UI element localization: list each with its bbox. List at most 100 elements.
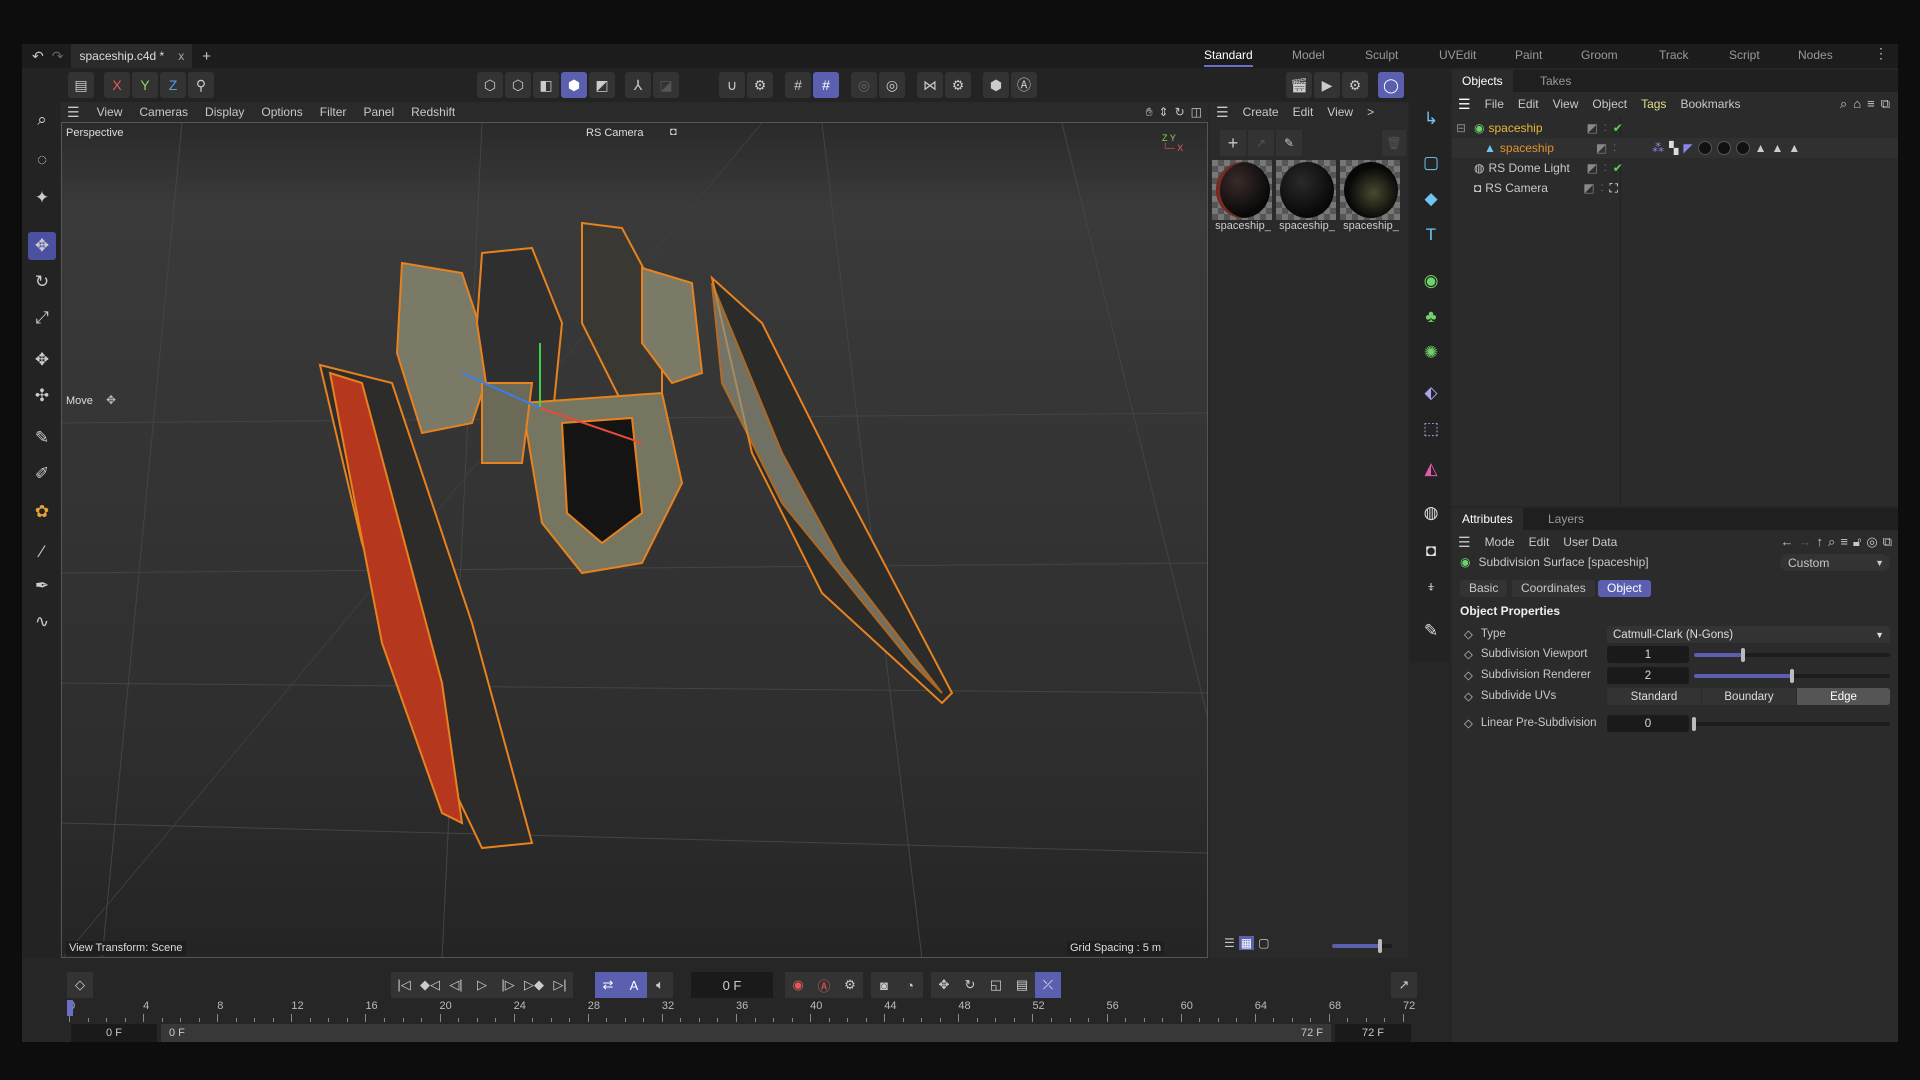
key-position-icon[interactable]: ✥ — [931, 972, 957, 998]
more-options-icon[interactable]: ⋮ — [1874, 45, 1888, 62]
camera-object-icon[interactable]: ◘ — [1418, 538, 1444, 564]
pan-hand-icon[interactable]: ✋︎ — [1146, 105, 1153, 120]
snap-transform-icon[interactable]: ✣ — [28, 382, 56, 410]
subdivision-renderer-input[interactable]: 2 — [1607, 667, 1689, 684]
autokey-icon[interactable]: Ⓐ — [811, 972, 837, 998]
tab-objects[interactable]: Objects — [1452, 70, 1513, 92]
polygon-selection-tag-icon[interactable]: ▲ — [1755, 141, 1767, 155]
menu-edit[interactable]: Edit — [1293, 105, 1314, 119]
null-object-icon[interactable]: ↳ — [1418, 106, 1444, 132]
lock-icon[interactable]: 🔓︎ — [1853, 534, 1861, 550]
quantize-icon[interactable]: ◎ — [879, 72, 905, 98]
lock-icon[interactable]: ⬢ — [983, 72, 1009, 98]
key-pla-icon[interactable]: ⤫ — [1035, 972, 1061, 998]
menu-view[interactable]: View — [1553, 97, 1579, 111]
visibility-dots-icon[interactable]: ⁚ — [1604, 163, 1607, 174]
search-icon[interactable]: ⌕ — [1828, 534, 1835, 550]
object-name[interactable]: spaceship — [1488, 121, 1582, 135]
keyframe-selection-icon[interactable]: ⚙ — [837, 972, 863, 998]
back-arrow-icon[interactable]: ← — [1781, 534, 1794, 550]
uvw-tag-icon[interactable]: ▚ — [1669, 141, 1678, 155]
paint-brush-icon[interactable]: ⁄ — [28, 538, 56, 566]
workspace-paint[interactable]: Paint — [1515, 48, 1542, 62]
large-view-icon[interactable]: ▢ — [1258, 936, 1269, 950]
keyframe-diamond-icon[interactable]: ◇ — [1464, 627, 1473, 641]
selection-tools-icon[interactable]: ✦ — [28, 184, 56, 212]
move-tool-icon[interactable]: ✥ — [28, 232, 56, 260]
key-parameter-icon[interactable]: ▤ — [1009, 972, 1035, 998]
redshift-icon[interactable]: ◯ — [1378, 72, 1404, 98]
new-window-icon[interactable]: ⧉ — [1883, 534, 1892, 550]
orbit-icon[interactable]: ↻ — [1175, 105, 1185, 120]
workspace-standard[interactable]: Standard — [1204, 48, 1253, 67]
snap-settings-icon[interactable]: ⚙ — [747, 72, 773, 98]
workspace-sculpt[interactable]: Sculpt — [1365, 48, 1398, 62]
preview-size-slider[interactable] — [1332, 939, 1392, 953]
points-mode-icon[interactable]: ⬡ — [477, 72, 503, 98]
object-row[interactable]: ⊟ ◉ spaceship ◩ ⁚ ✔ — [1452, 118, 1898, 138]
active-camera-label[interactable]: RS Camera — [586, 127, 643, 139]
menu-edit[interactable]: Edit — [1518, 97, 1539, 111]
key-scale-icon[interactable]: ◱ — [983, 972, 1009, 998]
menu-bookmarks[interactable]: Bookmarks — [1680, 97, 1740, 111]
preset-dropdown[interactable]: Custom ▼ — [1780, 554, 1890, 571]
spline-pen-icon[interactable]: ✒ — [28, 572, 56, 600]
timeline-ruler[interactable]: 04812162024283236404448525660646872 — [67, 1000, 1415, 1024]
forward-arrow-icon[interactable]: → — [1799, 534, 1812, 550]
hamburger-menu-icon[interactable]: ☰ — [67, 104, 80, 121]
range-slider[interactable]: 0 F 72 F — [161, 1024, 1331, 1042]
filter-icon[interactable]: ≡ — [1867, 96, 1875, 112]
auto-icon[interactable]: Ⓐ — [1011, 72, 1037, 98]
object-row[interactable]: ◍ RS Dome Light ◩ ⁚ ✔ — [1452, 158, 1898, 178]
settings-gear-icon[interactable]: ⚙ — [945, 72, 971, 98]
tab-layers[interactable]: Layers — [1538, 508, 1594, 530]
menu-view[interactable]: View — [97, 105, 123, 119]
material-tag-icon[interactable] — [1735, 141, 1750, 155]
rotate-tool-icon[interactable]: ↻ — [28, 268, 56, 296]
object-row[interactable]: ◘ RS Camera ◩ ⁚ ⛶ — [1452, 178, 1898, 198]
camera-icon[interactable]: ◘ — [670, 126, 677, 138]
home-icon[interactable]: ⌂ — [1853, 96, 1861, 112]
up-arrow-icon[interactable]: ↑ — [1817, 534, 1824, 550]
playhead[interactable] — [67, 1000, 73, 1016]
add-material-icon[interactable]: + — [1220, 130, 1246, 156]
archive-icon[interactable]: ▤ — [68, 72, 94, 98]
uvs-option-boundary[interactable]: Boundary — [1702, 688, 1796, 705]
keyframe-diamond-icon[interactable]: ◇ — [1464, 647, 1473, 661]
eyedropper-icon[interactable]: ✎ — [1276, 130, 1302, 156]
filter-icon[interactable]: ≡ — [1840, 534, 1848, 550]
menu-file[interactable]: File — [1485, 97, 1504, 111]
play-icon[interactable]: ▷ — [469, 972, 495, 998]
workspace-script[interactable]: Script — [1729, 48, 1760, 62]
enabled-check-icon[interactable]: ✔ — [1613, 161, 1623, 175]
menu-user-data[interactable]: User Data — [1563, 535, 1617, 549]
material-swatch[interactable]: spaceship_ — [1340, 160, 1402, 238]
key-rotation-icon[interactable]: ↻ — [957, 972, 983, 998]
record-keys-icon[interactable]: ◉ — [785, 972, 811, 998]
delete-icon[interactable]: 🗑︎ — [1382, 130, 1406, 156]
polygon-pen-icon[interactable]: ✐ — [28, 460, 56, 488]
material-tag-icon[interactable] — [1697, 141, 1712, 155]
text-icon[interactable]: T — [1418, 222, 1444, 248]
polygon-selection-tag-icon[interactable]: ▲ — [1771, 141, 1783, 155]
workspace-uvedit[interactable]: UVEdit — [1439, 48, 1476, 62]
keyframe-diamond-icon[interactable]: ◇ — [1464, 716, 1473, 730]
maximize-view-icon[interactable]: ◫ — [1191, 105, 1202, 120]
f-curve-icon[interactable]: ↗ — [1391, 972, 1417, 998]
lock-y-button[interactable]: Y — [132, 72, 158, 98]
menu-object[interactable]: Object — [1592, 97, 1627, 111]
polygons-mode-icon[interactable]: ◧ — [533, 72, 559, 98]
environment-icon[interactable]: ◍ — [1418, 500, 1444, 526]
list-view-icon[interactable]: ☰ — [1224, 936, 1235, 950]
workplane-snap-icon[interactable]: # — [813, 72, 839, 98]
range-start-field[interactable]: 0 F — [71, 1024, 157, 1042]
light-icon[interactable]: ⍖ — [1418, 574, 1444, 600]
record-motion-icon[interactable]: ◔ — [897, 972, 923, 998]
enabled-check-icon[interactable]: ✔ — [1613, 121, 1623, 135]
render-to-picture-viewer-icon[interactable]: ▶ — [1314, 72, 1340, 98]
hamburger-menu-icon[interactable]: ☰ — [1458, 534, 1471, 551]
menu-view[interactable]: View — [1327, 105, 1353, 119]
scale-tool-icon[interactable]: ⤢ — [28, 304, 56, 332]
sketch-icon[interactable]: ✎ — [1418, 618, 1444, 644]
menu-display[interactable]: Display — [205, 105, 244, 119]
